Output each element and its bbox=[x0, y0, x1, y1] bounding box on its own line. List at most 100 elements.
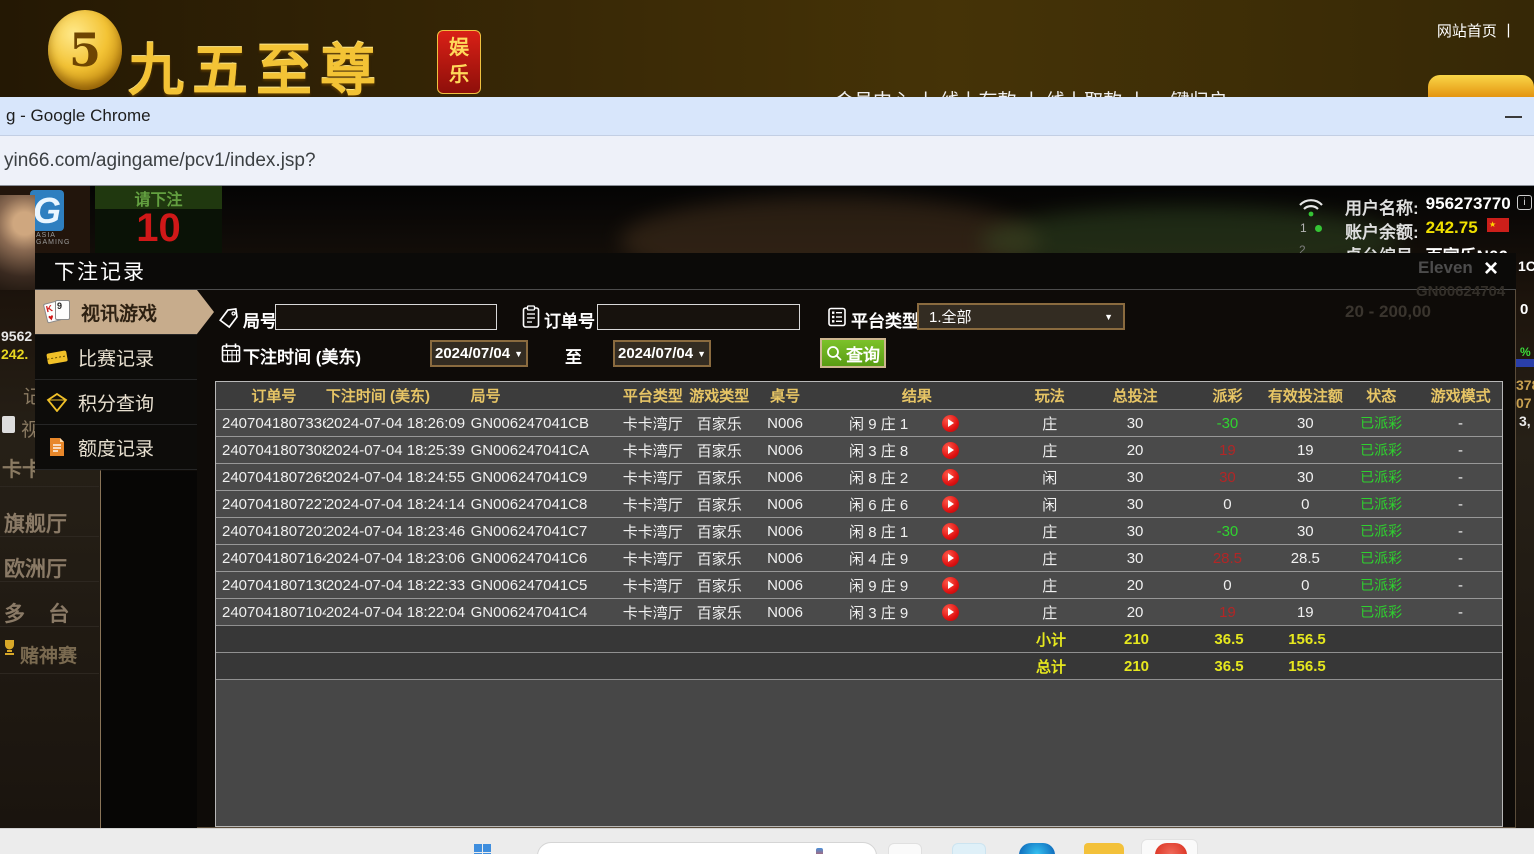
cell-round-number: GN006247041CB bbox=[471, 410, 621, 436]
play-video-button[interactable] bbox=[942, 415, 959, 432]
play-video-button[interactable] bbox=[942, 604, 959, 621]
cell-table-number: N006 bbox=[753, 491, 817, 517]
taskbar-app-icon[interactable] bbox=[888, 843, 922, 854]
cell-play-type: 闲 bbox=[1017, 464, 1083, 490]
tab-label: 比赛记录 bbox=[78, 344, 154, 371]
order-number-input[interactable] bbox=[597, 304, 800, 330]
dealer-photo bbox=[0, 195, 35, 290]
cell-round-number: GN006247041C6 bbox=[471, 545, 621, 571]
tab-points-inquiry[interactable]: 积分查询 bbox=[35, 380, 197, 425]
total-label: 总计 bbox=[1018, 653, 1084, 679]
cell-status: 已派彩 bbox=[1343, 464, 1419, 490]
left-menu-kaka[interactable]: 卡卡 bbox=[2, 453, 35, 482]
cell-total-bet: 20 bbox=[1083, 437, 1188, 463]
cell-payout: 19 bbox=[1187, 599, 1267, 625]
cell-status: 已派彩 bbox=[1343, 491, 1419, 517]
search-box-icon bbox=[816, 848, 823, 854]
column-header: 有效投注额 bbox=[1267, 382, 1343, 409]
banner-gold-button[interactable] bbox=[1428, 75, 1534, 97]
cell-game-mode: - bbox=[1419, 464, 1502, 490]
play-video-button[interactable] bbox=[942, 496, 959, 513]
tab-quota-records[interactable]: 额度记录 bbox=[35, 425, 197, 470]
cell-bet-time: 2024-07-04 18:24:14 bbox=[326, 491, 471, 517]
cell-game-mode: - bbox=[1419, 545, 1502, 571]
windows-start-button[interactable] bbox=[474, 844, 491, 854]
cell-order-number: 240704180733671 bbox=[216, 410, 326, 436]
subtotal-bet: 210 bbox=[1084, 626, 1189, 652]
cell-play-type: 庄 bbox=[1017, 518, 1083, 544]
screen: 5 九五至尊 娱 乐 网站首页 丨 会员中心 丨 线上存款 丨 线上取款 丨 一… bbox=[0, 0, 1534, 854]
chevron-down-icon: ▼ bbox=[514, 349, 523, 359]
left-fragment-video: 视 bbox=[21, 415, 35, 442]
site-logo-coin: 5 bbox=[48, 10, 122, 90]
cell-payout: 19 bbox=[1187, 437, 1267, 463]
signal-row-1: 1 bbox=[1300, 221, 1322, 235]
cell-bet-time: 2024-07-04 18:25:39 bbox=[326, 437, 471, 463]
play-video-button[interactable] bbox=[942, 577, 959, 594]
cell-table-number: N006 bbox=[753, 572, 817, 598]
tab-match-records[interactable]: 比赛记录 bbox=[35, 335, 197, 380]
cell-table-number: N006 bbox=[753, 437, 817, 463]
play-video-button[interactable] bbox=[942, 442, 959, 459]
site-logo-badge: 娱 乐 bbox=[437, 30, 481, 94]
play-video-button[interactable] bbox=[942, 523, 959, 540]
search-button[interactable]: 查询 bbox=[820, 338, 886, 368]
cell-bet-time: 2024-07-04 18:22:33 bbox=[326, 572, 471, 598]
cell-game-mode: - bbox=[1419, 410, 1502, 436]
clipboard-icon bbox=[521, 305, 541, 329]
taskbar-search-box[interactable] bbox=[537, 842, 877, 854]
cell-game-type: 百家乐 bbox=[685, 464, 753, 490]
table-row: 240704180733671 2024-07-04 18:26:09 GN00… bbox=[216, 409, 1502, 436]
cell-play-type: 庄 bbox=[1017, 437, 1083, 463]
cell-result: 闲 8 庄 1 bbox=[817, 518, 1017, 544]
table-empty-area bbox=[216, 679, 1502, 826]
column-header: 玩法 bbox=[1017, 382, 1083, 409]
cell-order-number: 240704180716405 bbox=[216, 545, 326, 571]
platform-type-select[interactable]: 1.全部 ▼ bbox=[917, 303, 1125, 330]
result-text: 闲 8 庄 2 bbox=[849, 467, 908, 488]
left-fragment-record: 记 bbox=[23, 382, 35, 409]
home-link[interactable]: 网站首页 丨 bbox=[1437, 20, 1516, 41]
table-row: 240704180710481 2024-07-04 18:22:04 GN00… bbox=[216, 598, 1502, 625]
platform-list-icon bbox=[826, 306, 848, 328]
tab-label: 视讯游戏 bbox=[81, 299, 157, 326]
right-fragment-3: % bbox=[1520, 345, 1531, 359]
date-from-picker[interactable]: 2024/07/04 ▼ bbox=[430, 340, 528, 367]
taskbar-app-icon[interactable] bbox=[952, 843, 986, 854]
play-video-button[interactable] bbox=[942, 550, 959, 567]
chrome-titlebar: g - Google Chrome bbox=[0, 97, 1534, 136]
cell-play-type: 庄 bbox=[1017, 572, 1083, 598]
countdown-number: 10 bbox=[95, 209, 222, 253]
cell-result: 闲 6 庄 6 bbox=[817, 491, 1017, 517]
cell-bet-time: 2024-07-04 18:26:09 bbox=[326, 410, 471, 436]
minimize-button[interactable] bbox=[1505, 116, 1522, 118]
cell-status: 已派彩 bbox=[1343, 572, 1419, 598]
subtotal-label: 小计 bbox=[1018, 626, 1084, 652]
file-explorer-icon[interactable] bbox=[1084, 843, 1124, 854]
cell-platform: 卡卡湾厅 bbox=[620, 572, 685, 598]
right-fragment-6: 3, bbox=[1519, 413, 1531, 429]
column-header: 桌号 bbox=[753, 382, 817, 409]
close-icon[interactable]: × bbox=[1484, 255, 1498, 283]
play-video-button[interactable] bbox=[942, 469, 959, 486]
table-row: 240704180730849 2024-07-04 18:25:39 GN00… bbox=[216, 436, 1502, 463]
cell-round-number: GN006247041C7 bbox=[471, 518, 621, 544]
round-number-input[interactable] bbox=[275, 304, 497, 330]
result-text: 闲 6 庄 6 bbox=[849, 494, 908, 515]
cell-payout: 0 bbox=[1187, 491, 1267, 517]
cell-order-number: 240704180713098 bbox=[216, 572, 326, 598]
table-row: 240704180716405 2024-07-04 18:23:06 GN00… bbox=[216, 544, 1502, 571]
edge-browser-icon[interactable] bbox=[1019, 843, 1055, 854]
chevron-down-icon: ▼ bbox=[697, 349, 706, 359]
cell-result: 闲 3 庄 9 bbox=[817, 599, 1017, 625]
info-icon[interactable]: i bbox=[1517, 195, 1532, 210]
right-fragment-4: 378 bbox=[1516, 377, 1534, 393]
tab-video-games[interactable]: K♥9 视讯游戏 bbox=[35, 290, 197, 335]
chrome-urlbar[interactable]: yin66.com/agingame/pcv1/index.jsp? bbox=[0, 136, 1534, 186]
badge-char-top: 娱 bbox=[449, 35, 469, 62]
cell-round-number: GN006247041C4 bbox=[471, 599, 621, 625]
date-to-picker[interactable]: 2024/07/04 ▼ bbox=[613, 340, 711, 367]
bet-countdown-box: 请下注 10 bbox=[95, 186, 222, 253]
active-app-red-icon[interactable] bbox=[1155, 843, 1187, 854]
cell-round-number: GN006247041C5 bbox=[471, 572, 621, 598]
